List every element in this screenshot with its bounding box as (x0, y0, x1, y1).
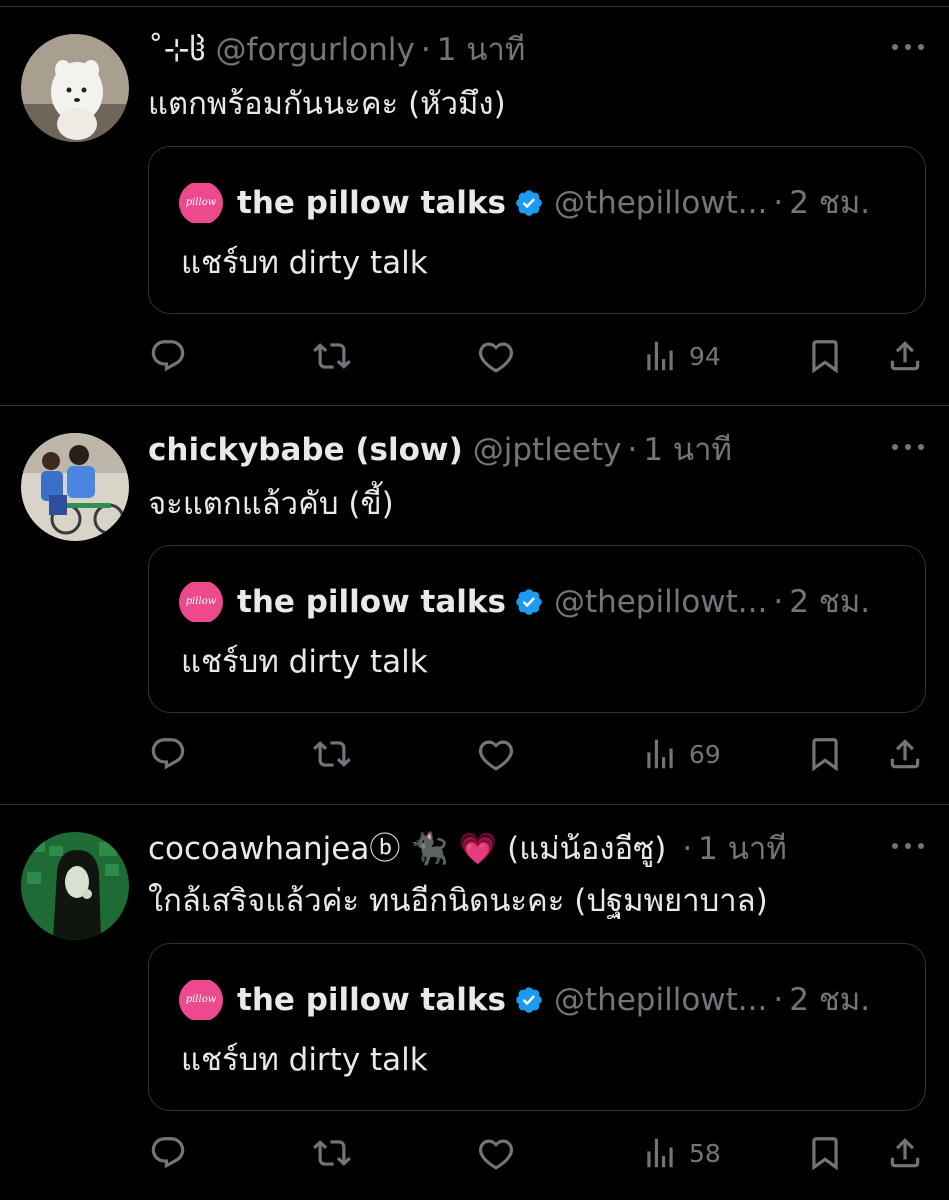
quoted-post[interactable]: pillow the pillow talks @thepillowt... ·… (148, 943, 926, 1111)
share-icon (890, 739, 920, 769)
quoted-time[interactable]: 2 ชม. (789, 582, 870, 622)
separator-dot: · (627, 432, 638, 468)
share-icon (890, 341, 920, 371)
post-time[interactable]: 1 นาที (643, 430, 732, 470)
separator-dot: · (420, 32, 431, 68)
quoted-avatar-logo: pillow (185, 596, 217, 607)
quoted-post-header: pillow the pillow talks @thepillowt... ·… (179, 582, 901, 622)
quoted-post[interactable]: pillow the pillow talks @thepillowt... ·… (148, 545, 926, 713)
post-text: จะแตกแล้วคับ (ขี้) (148, 486, 394, 522)
quoted-text: แชร์บท dirty talk (181, 644, 428, 680)
verified-icon (516, 987, 542, 1013)
post-header: cocoawhanjeaⓑ 🐈‍⬛ 💗 (แม่น้องอีซู) · 1 นา… (148, 829, 869, 869)
views-count: 58 (689, 1138, 721, 1168)
repost-button[interactable] (313, 732, 351, 776)
repost-icon (313, 343, 351, 369)
user-avatar[interactable] (21, 34, 129, 142)
separator-dot: · (773, 185, 784, 221)
views-icon (647, 739, 673, 769)
quoted-post[interactable]: pillow the pillow talks @thepillowt... ·… (148, 146, 926, 314)
bookmark-icon (812, 1137, 838, 1171)
post-time[interactable]: 1 นาที (437, 30, 526, 70)
action-bar: 58 (0, 1131, 949, 1175)
reply-button[interactable] (149, 334, 187, 378)
bookmark-icon (812, 738, 838, 772)
reply-button[interactable] (149, 732, 187, 776)
user-avatar[interactable] (21, 433, 129, 541)
post-3[interactable]: cocoawhanjeaⓑ 🐈‍⬛ 💗 (แม่น้องอีซู) · 1 นา… (0, 805, 949, 1200)
like-button[interactable] (477, 1131, 515, 1175)
quoted-time[interactable]: 2 ชม. (789, 183, 870, 223)
display-name[interactable]: cocoawhanjeaⓑ 🐈‍⬛ 💗 (แม่น้องอีซู) (148, 829, 666, 869)
action-bar: 94 (0, 334, 949, 378)
display-name[interactable]: chickybabe (slow) (148, 430, 463, 470)
like-button[interactable] (477, 732, 515, 776)
views-count: 94 (689, 341, 721, 371)
verified-icon (516, 190, 542, 216)
quoted-text: แชร์บท dirty talk (181, 1042, 428, 1078)
views-count: 69 (689, 739, 721, 769)
reply-icon (151, 340, 185, 372)
views-button[interactable]: 69 (641, 732, 721, 776)
action-bar: 69 (0, 732, 949, 776)
quoted-handle[interactable]: @thepillowt... (554, 980, 767, 1020)
quoted-display-name[interactable]: the pillow talks (237, 582, 506, 622)
bookmark-button[interactable] (806, 1131, 844, 1175)
share-button[interactable] (886, 334, 924, 378)
quoted-avatar-logo: pillow (185, 197, 217, 208)
user-avatar[interactable] (21, 832, 129, 940)
repost-icon (313, 741, 351, 767)
quoted-display-name[interactable]: the pillow talks (237, 183, 506, 223)
post-text: ใกล้เสริจแล้วค่ะ ทนอีกนิดนะคะ (ปฐมพยาบาล… (148, 883, 768, 919)
verified-icon (516, 589, 542, 615)
quoted-avatar[interactable]: pillow (179, 582, 223, 622)
views-icon (647, 341, 673, 371)
reply-icon (151, 1137, 185, 1169)
views-icon (647, 1138, 673, 1168)
reply-icon (151, 738, 185, 770)
repost-button[interactable] (313, 1131, 351, 1175)
quoted-handle[interactable]: @thepillowt... (554, 582, 767, 622)
quoted-post-header: pillow the pillow talks @thepillowt... ·… (179, 980, 901, 1020)
reply-button[interactable] (149, 1131, 187, 1175)
quoted-avatar[interactable]: pillow (179, 183, 223, 223)
separator-dot: · (773, 584, 784, 620)
post-1[interactable]: ˚⊹ჱ @forgurlonly · 1 นาที แตกพร้อมกันนะค… (0, 0, 949, 405)
post-text: แตกพร้อมกันนะคะ (หัวมึง) (148, 86, 506, 122)
quoted-post-header: pillow the pillow talks @thepillowt... ·… (179, 183, 901, 223)
post-header: ˚⊹ჱ @forgurlonly · 1 นาที (148, 30, 869, 70)
views-button[interactable]: 94 (641, 334, 721, 378)
like-icon (478, 740, 514, 771)
post-header: chickybabe (slow) @jptleety · 1 นาที (148, 430, 869, 470)
repost-icon (313, 1140, 351, 1166)
like-button[interactable] (477, 334, 515, 378)
bookmark-button[interactable] (806, 334, 844, 378)
quoted-text: แชร์บท dirty talk (181, 245, 428, 281)
share-icon (890, 1138, 920, 1168)
share-button[interactable] (886, 1131, 924, 1175)
bookmark-icon (812, 340, 838, 374)
post-time[interactable]: 1 นาที (698, 829, 787, 869)
quoted-display-name[interactable]: the pillow talks (237, 980, 506, 1020)
separator-dot: · (773, 982, 784, 1018)
quoted-avatar[interactable]: pillow (179, 980, 223, 1020)
more-icon[interactable] (892, 44, 924, 54)
quoted-handle[interactable]: @thepillowt... (554, 183, 767, 223)
separator-dot: · (682, 831, 693, 867)
repost-button[interactable] (313, 334, 351, 378)
like-icon (478, 342, 514, 373)
user-handle[interactable]: @forgurlonly (216, 30, 415, 70)
quoted-time[interactable]: 2 ชม. (789, 980, 870, 1020)
views-button[interactable]: 58 (641, 1131, 721, 1175)
user-handle[interactable]: @jptleety (473, 430, 622, 470)
like-icon (478, 1139, 514, 1170)
bookmark-button[interactable] (806, 732, 844, 776)
more-icon[interactable] (892, 444, 924, 454)
more-icon[interactable] (892, 843, 924, 853)
display-name[interactable]: ˚⊹ჱ (148, 30, 206, 70)
quoted-avatar-logo: pillow (185, 994, 217, 1005)
share-button[interactable] (886, 732, 924, 776)
post-2[interactable]: chickybabe (slow) @jptleety · 1 นาที จะแ… (0, 406, 949, 804)
